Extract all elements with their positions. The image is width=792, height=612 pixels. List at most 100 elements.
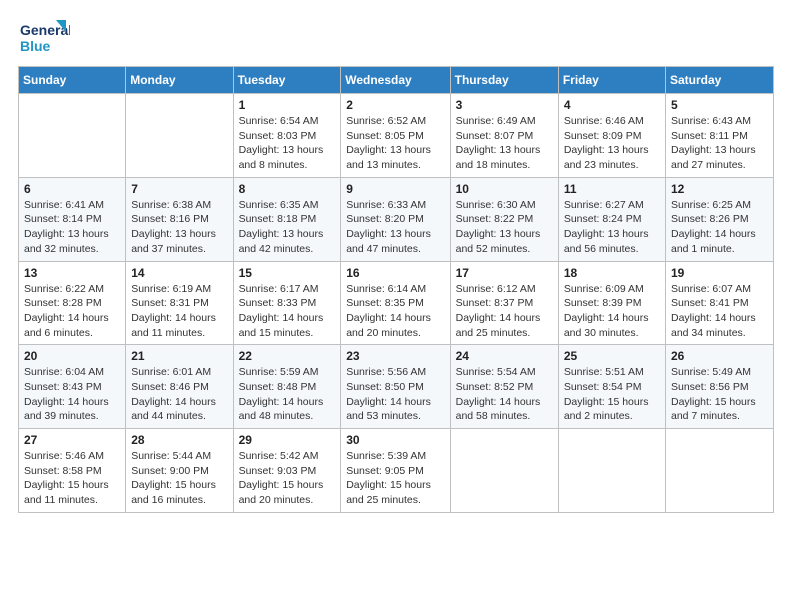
day-cell: 30 Sunrise: 5:39 AM Sunset: 9:05 PM Dayli…: [341, 429, 450, 513]
day-number: 12: [671, 182, 768, 196]
svg-text:Blue: Blue: [20, 38, 51, 54]
day-cell: 24Sunrise: 5:54 AM Sunset: 8:52 PM Dayli…: [450, 345, 558, 429]
day-number: 28: [131, 433, 227, 447]
day-cell: 28 Sunrise: 5:44 AM Sunset: 9:00 PM Dayli…: [126, 429, 233, 513]
day-cell: 6 Sunrise: 6:41 AM Sunset: 8:14 PM Daylig…: [19, 177, 126, 261]
day-cell: 1 Sunrise: 6:54 AM Sunset: 8:03 PM Daylig…: [233, 94, 341, 178]
weekday-friday: Friday: [558, 67, 665, 94]
day-cell: 25 Sunrise: 5:51 AM Sunset: 8:54 PM Dayli…: [558, 345, 665, 429]
weekday-monday: Monday: [126, 67, 233, 94]
day-info: Sunrise: 6:09 AM Sunset: 8:39 PM Dayligh…: [564, 282, 660, 341]
day-number: 15: [239, 266, 336, 280]
day-info: Sunrise: 6:49 AM Sunset: 8:07 PM Dayligh…: [456, 114, 553, 173]
day-cell: 22 Sunrise: 5:59 AM Sunset: 8:48 PM Dayli…: [233, 345, 341, 429]
day-number: 24: [456, 349, 553, 363]
day-number: 4: [564, 98, 660, 112]
day-cell: 20Sunrise: 6:04 AM Sunset: 8:43 PM Dayli…: [19, 345, 126, 429]
week-row-3: 13 Sunrise: 6:22 AM Sunset: 8:28 PM Dayli…: [19, 261, 774, 345]
day-cell: 18 Sunrise: 6:09 AM Sunset: 8:39 PM Dayli…: [558, 261, 665, 345]
day-info: Sunrise: 6:46 AM Sunset: 8:09 PM Dayligh…: [564, 114, 660, 173]
logo-svg: General Blue: [18, 18, 70, 56]
day-number: 16: [346, 266, 444, 280]
day-cell: 21Sunrise: 6:01 AM Sunset: 8:46 PM Dayli…: [126, 345, 233, 429]
day-cell: 10Sunrise: 6:30 AM Sunset: 8:22 PM Dayli…: [450, 177, 558, 261]
day-info: Sunrise: 5:51 AM Sunset: 8:54 PM Dayligh…: [564, 365, 660, 424]
day-info: Sunrise: 6:54 AM Sunset: 8:03 PM Dayligh…: [239, 114, 336, 173]
day-cell: [450, 429, 558, 513]
weekday-sunday: Sunday: [19, 67, 126, 94]
day-number: 29: [239, 433, 336, 447]
day-number: 27: [24, 433, 120, 447]
weekday-thursday: Thursday: [450, 67, 558, 94]
day-info: Sunrise: 6:19 AM Sunset: 8:31 PM Dayligh…: [131, 282, 227, 341]
day-cell: 3Sunrise: 6:49 AM Sunset: 8:07 PM Daylig…: [450, 94, 558, 178]
day-number: 6: [24, 182, 120, 196]
week-row-2: 6 Sunrise: 6:41 AM Sunset: 8:14 PM Daylig…: [19, 177, 774, 261]
day-number: 14: [131, 266, 227, 280]
day-cell: 27 Sunrise: 5:46 AM Sunset: 8:58 PM Dayli…: [19, 429, 126, 513]
day-cell: 17 Sunrise: 6:12 AM Sunset: 8:37 PM Dayli…: [450, 261, 558, 345]
day-number: 23: [346, 349, 444, 363]
day-number: 25: [564, 349, 660, 363]
day-info: Sunrise: 5:59 AM Sunset: 8:48 PM Dayligh…: [239, 365, 336, 424]
day-number: 17: [456, 266, 553, 280]
day-cell: 13 Sunrise: 6:22 AM Sunset: 8:28 PM Dayli…: [19, 261, 126, 345]
day-cell: [558, 429, 665, 513]
day-cell: 29 Sunrise: 5:42 AM Sunset: 9:03 PM Dayli…: [233, 429, 341, 513]
day-info: Sunrise: 6:38 AM Sunset: 8:16 PM Dayligh…: [131, 198, 227, 257]
day-info: Sunrise: 6:52 AM Sunset: 8:05 PM Dayligh…: [346, 114, 444, 173]
calendar-body: 1 Sunrise: 6:54 AM Sunset: 8:03 PM Daylig…: [19, 94, 774, 513]
header: General Blue: [18, 18, 774, 56]
day-number: 13: [24, 266, 120, 280]
day-number: 19: [671, 266, 768, 280]
day-cell: 19 Sunrise: 6:07 AM Sunset: 8:41 PM Dayli…: [666, 261, 774, 345]
day-cell: 2 Sunrise: 6:52 AM Sunset: 8:05 PM Daylig…: [341, 94, 450, 178]
day-info: Sunrise: 5:56 AM Sunset: 8:50 PM Dayligh…: [346, 365, 444, 424]
day-number: 1: [239, 98, 336, 112]
day-number: 7: [131, 182, 227, 196]
day-cell: 16 Sunrise: 6:14 AM Sunset: 8:35 PM Dayli…: [341, 261, 450, 345]
day-info: Sunrise: 5:39 AM Sunset: 9:05 PM Dayligh…: [346, 449, 444, 508]
week-row-4: 20Sunrise: 6:04 AM Sunset: 8:43 PM Dayli…: [19, 345, 774, 429]
day-number: 22: [239, 349, 336, 363]
day-info: Sunrise: 5:44 AM Sunset: 9:00 PM Dayligh…: [131, 449, 227, 508]
day-info: Sunrise: 6:25 AM Sunset: 8:26 PM Dayligh…: [671, 198, 768, 257]
day-info: Sunrise: 6:22 AM Sunset: 8:28 PM Dayligh…: [24, 282, 120, 341]
day-number: 8: [239, 182, 336, 196]
day-number: 10: [456, 182, 553, 196]
day-info: Sunrise: 6:12 AM Sunset: 8:37 PM Dayligh…: [456, 282, 553, 341]
day-cell: 4 Sunrise: 6:46 AM Sunset: 8:09 PM Daylig…: [558, 94, 665, 178]
day-info: Sunrise: 6:41 AM Sunset: 8:14 PM Dayligh…: [24, 198, 120, 257]
day-info: Sunrise: 6:07 AM Sunset: 8:41 PM Dayligh…: [671, 282, 768, 341]
day-cell: 15 Sunrise: 6:17 AM Sunset: 8:33 PM Dayli…: [233, 261, 341, 345]
day-cell: [126, 94, 233, 178]
day-info: Sunrise: 5:49 AM Sunset: 8:56 PM Dayligh…: [671, 365, 768, 424]
day-cell: 5Sunrise: 6:43 AM Sunset: 8:11 PM Daylig…: [666, 94, 774, 178]
day-info: Sunrise: 6:33 AM Sunset: 8:20 PM Dayligh…: [346, 198, 444, 257]
day-info: Sunrise: 5:46 AM Sunset: 8:58 PM Dayligh…: [24, 449, 120, 508]
day-cell: 8 Sunrise: 6:35 AM Sunset: 8:18 PM Daylig…: [233, 177, 341, 261]
day-number: 18: [564, 266, 660, 280]
weekday-header-row: SundayMondayTuesdayWednesdayThursdayFrid…: [19, 67, 774, 94]
day-cell: [19, 94, 126, 178]
day-info: Sunrise: 6:27 AM Sunset: 8:24 PM Dayligh…: [564, 198, 660, 257]
day-number: 5: [671, 98, 768, 112]
page: General Blue SundayMondayTuesdayWednesda…: [0, 0, 792, 612]
day-info: Sunrise: 6:14 AM Sunset: 8:35 PM Dayligh…: [346, 282, 444, 341]
day-number: 2: [346, 98, 444, 112]
day-cell: 14 Sunrise: 6:19 AM Sunset: 8:31 PM Dayli…: [126, 261, 233, 345]
day-number: 20: [24, 349, 120, 363]
logo: General Blue: [18, 18, 70, 56]
day-info: Sunrise: 5:42 AM Sunset: 9:03 PM Dayligh…: [239, 449, 336, 508]
weekday-tuesday: Tuesday: [233, 67, 341, 94]
day-cell: 9Sunrise: 6:33 AM Sunset: 8:20 PM Daylig…: [341, 177, 450, 261]
day-info: Sunrise: 6:35 AM Sunset: 8:18 PM Dayligh…: [239, 198, 336, 257]
day-info: Sunrise: 6:01 AM Sunset: 8:46 PM Dayligh…: [131, 365, 227, 424]
day-cell: 7 Sunrise: 6:38 AM Sunset: 8:16 PM Daylig…: [126, 177, 233, 261]
day-cell: 12 Sunrise: 6:25 AM Sunset: 8:26 PM Dayli…: [666, 177, 774, 261]
day-cell: [666, 429, 774, 513]
day-number: 30: [346, 433, 444, 447]
weekday-saturday: Saturday: [666, 67, 774, 94]
day-number: 26: [671, 349, 768, 363]
day-info: Sunrise: 6:17 AM Sunset: 8:33 PM Dayligh…: [239, 282, 336, 341]
